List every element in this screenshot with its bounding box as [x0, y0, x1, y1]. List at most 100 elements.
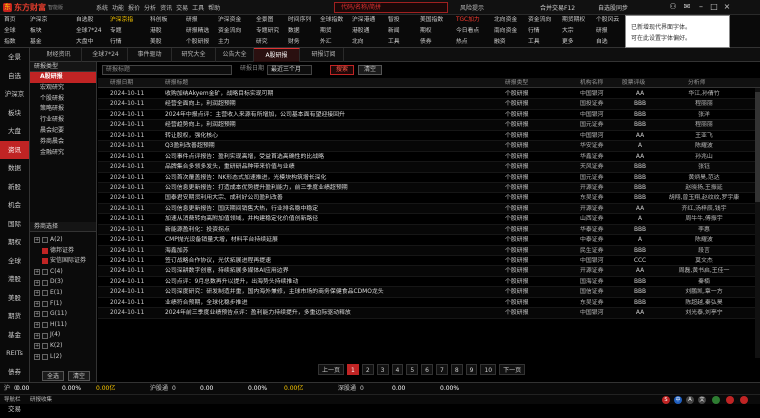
nav-link[interactable]: 研究 [256, 38, 279, 47]
sidebar-item[interactable]: 美股 [0, 289, 29, 308]
org-item[interactable]: 德邦证券 [34, 246, 94, 257]
table-row[interactable]: 2024-10-11公司事件点评报告：盈利实现高增，受益首选高确性的比战略个股研… [98, 152, 760, 162]
org-checkbox[interactable] [42, 301, 48, 307]
org-checkbox[interactable] [42, 333, 48, 339]
nav-link[interactable]: 期货 [320, 27, 343, 36]
keyword-input[interactable]: 研报标题 [102, 65, 232, 75]
org-checkbox[interactable] [42, 343, 48, 349]
nav-link[interactable]: 行情 [110, 38, 133, 47]
col-org[interactable]: 机构名称 [580, 78, 603, 88]
nav-link[interactable]: 板块 [30, 27, 47, 36]
nav-link[interactable]: 主力 [218, 38, 241, 47]
menu-item-2[interactable]: 报价 [128, 3, 140, 12]
expand-icon[interactable]: + [34, 237, 40, 243]
nav-link[interactable]: 个股研报 [186, 38, 209, 47]
tray-zh-icon[interactable]: 中 [674, 396, 682, 404]
nav-link[interactable]: 研报 [596, 27, 619, 36]
page-button[interactable]: 1 [347, 364, 359, 375]
page-button[interactable]: 7 [436, 364, 448, 375]
expand-icon[interactable]: + [34, 322, 40, 328]
sidebar-item[interactable]: 大盘 [0, 122, 29, 141]
category-item[interactable]: 宏观研究 [30, 83, 96, 94]
category-item[interactable]: 晨会纪要 [30, 126, 96, 137]
tab-4[interactable]: 公告大全 [216, 48, 254, 62]
nav-link[interactable]: 大宗 [562, 27, 585, 36]
org-item[interactable]: +L(2) [34, 352, 94, 363]
merge-trade-button[interactable]: 合并交易F12 [540, 3, 575, 12]
expand-icon[interactable]: + [34, 301, 40, 307]
org-checkbox[interactable] [42, 248, 48, 254]
nav-link[interactable]: 新闻 [388, 27, 400, 36]
table-row[interactable]: 2024-10-11CMP抛光设备销量大增，材料平台持续延展个股研报中泰证券A陈… [98, 235, 760, 245]
nav-link[interactable]: 科创板 [150, 16, 167, 25]
org-checkbox[interactable] [42, 290, 48, 296]
menu-item-4[interactable]: 资讯 [160, 3, 172, 12]
table-row[interactable]: 2024-10-11公司深耕数字创意，持续拓展多媒体AI应用边界个股研报开源证券… [98, 266, 760, 276]
query-button[interactable]: 搜索 [330, 65, 354, 75]
col-date[interactable]: 研报日期 [110, 78, 133, 88]
tray-a-icon[interactable]: A [686, 396, 694, 404]
prev-page-button[interactable]: 上一页 [318, 364, 344, 375]
nav-link[interactable]: 资金流向 [528, 16, 551, 25]
nav-link[interactable]: 港股 [150, 27, 167, 36]
nav-link[interactable]: 热点 [456, 38, 480, 47]
table-row[interactable]: 2024-10-112024年前三季度业绩预告点评：盈利能力持续提升，多重边际驱… [98, 308, 760, 318]
org-checkbox[interactable] [42, 354, 48, 360]
sidebar-item[interactable]: 国际 [0, 215, 29, 234]
report-title[interactable]: 公司深度研究：研发制造并重，国内海外兼修，主球市场的商务保健食品CDMO龙头 [165, 287, 495, 297]
nav-link[interactable]: 大盘中 [76, 38, 102, 47]
menu-item-5[interactable]: 交易 [176, 3, 188, 12]
page-button[interactable]: 6 [421, 364, 433, 375]
nav-link[interactable]: 研报精选 [186, 27, 209, 36]
nav-link[interactable]: 全球 [4, 27, 16, 36]
org-checkbox[interactable] [42, 258, 48, 264]
nav-link[interactable]: 指数 [4, 38, 16, 47]
tab-5[interactable]: A股研报 [254, 48, 300, 62]
report-title[interactable]: 公司信息更新报告：国庆期间销售大热，行业排名稳中稳定 [165, 204, 495, 214]
col-type[interactable]: 研报类型 [505, 78, 528, 88]
org-item[interactable]: +C(4) [34, 267, 94, 278]
category-item[interactable]: 券商晨会 [30, 137, 96, 148]
sidebar-item[interactable]: 资讯 [0, 141, 29, 160]
expand-icon[interactable]: + [34, 343, 40, 349]
nav-link[interactable]: 全球指数 [320, 16, 343, 25]
nav-link[interactable]: 北向 [352, 38, 375, 47]
sidebar-item[interactable]: 全景 [0, 48, 29, 67]
category-item[interactable]: A股研报 [30, 72, 96, 83]
sidebar-item[interactable]: 数据 [0, 159, 29, 178]
org-item[interactable]: +F(1) [34, 299, 94, 310]
sidebar-item[interactable]: 港股 [0, 270, 29, 289]
report-title[interactable]: 公司点评：9月总数再升以提升，出海势头持续推动 [165, 277, 495, 287]
menu-item-1[interactable]: 功能 [112, 3, 124, 12]
nav-link[interactable]: 首页 [4, 16, 16, 25]
nav-link[interactable]: 时间序列 [288, 16, 311, 25]
maximize-icon[interactable]: □ [709, 2, 719, 12]
nav-link[interactable]: 自选股 [76, 16, 102, 25]
page-button[interactable]: 5 [406, 364, 418, 375]
expand-icon[interactable]: + [34, 269, 40, 275]
nav-link[interactable]: 债券 [420, 38, 443, 47]
org-item[interactable]: 安信国际证券 [34, 256, 94, 267]
nav-link[interactable]: 行情 [528, 27, 551, 36]
org-checkbox[interactable] [42, 311, 48, 317]
nav-link[interactable]: 美国指数 [420, 16, 443, 25]
org-item[interactable]: +D(3) [34, 277, 94, 288]
org-checkbox[interactable] [42, 237, 48, 243]
nav-link[interactable]: 期货期权 [562, 16, 585, 25]
nav-link[interactable]: 个股风云 [596, 16, 619, 25]
date-range-select[interactable]: 最近三个月 [267, 65, 312, 75]
page-button[interactable]: 10 [480, 364, 496, 375]
org-item[interactable]: +A(2) [34, 235, 94, 246]
nav-link[interactable]: 沪深京指 [110, 16, 133, 25]
nav-link[interactable]: 自选 [596, 38, 619, 47]
report-title[interactable]: Q3盈利改善超预期 [165, 141, 495, 151]
org-item[interactable]: +J(4) [34, 330, 94, 341]
sidebar-item[interactable]: 沪深京 [0, 85, 29, 104]
tab-2[interactable]: 事件驱动 [128, 48, 172, 62]
nav-link[interactable]: 专题 [110, 27, 133, 36]
expand-icon[interactable]: + [34, 333, 40, 339]
category-item[interactable]: 金融研究 [30, 148, 96, 159]
report-title[interactable]: 国泰君安期货利用大宗、成利好公司盈利改善 [165, 193, 495, 203]
col-analyst[interactable]: 分析师 [688, 78, 705, 88]
table-row[interactable]: 2024-10-11海鑫加苏个股研报民生证券BBB段言 [98, 246, 760, 256]
